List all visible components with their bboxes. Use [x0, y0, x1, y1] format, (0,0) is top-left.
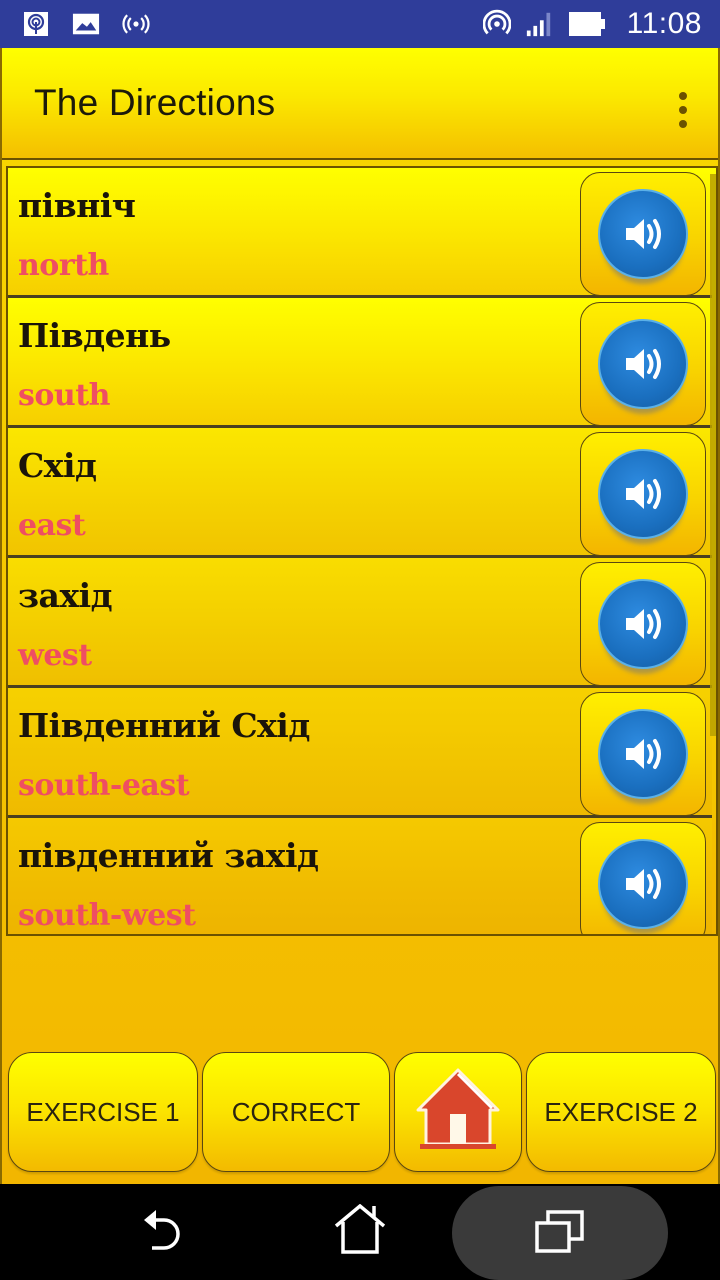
speaker-icon	[598, 319, 688, 409]
signal-icon	[525, 10, 553, 38]
speaker-icon	[598, 189, 688, 279]
home-outline-icon	[332, 1203, 388, 1261]
back-icon	[134, 1206, 186, 1259]
speaker-icon	[598, 449, 688, 539]
nav-home-button[interactable]	[310, 1184, 410, 1280]
english-word: south	[18, 378, 110, 413]
play-audio-button[interactable]	[580, 562, 706, 686]
dot	[679, 92, 687, 100]
vocabulary-list[interactable]: північ north Південь south Схід east зах…	[6, 166, 718, 936]
home-icon	[412, 1064, 504, 1161]
play-audio-button[interactable]	[580, 302, 706, 426]
play-audio-button[interactable]	[580, 822, 706, 934]
english-word: west	[18, 638, 92, 673]
wifi-hotspot-icon	[482, 9, 511, 38]
status-right-icons: 11:08	[482, 7, 702, 41]
list-item[interactable]: Південний Схід south-east	[8, 688, 712, 818]
navigation-bar	[0, 1184, 720, 1280]
speaker-icon	[598, 709, 688, 799]
page-title: The Directions	[34, 82, 276, 123]
image-icon	[72, 10, 100, 38]
english-word: north	[18, 248, 109, 283]
native-word: Південь	[18, 316, 171, 355]
native-word: Південний Схід	[18, 706, 310, 745]
scrollbar[interactable]	[710, 174, 716, 736]
dot	[679, 106, 687, 114]
list-item[interactable]: захід west	[8, 558, 712, 688]
broadcast-icon	[122, 10, 150, 38]
status-bar: 11:08	[0, 0, 720, 48]
bottom-action-bar: EXERCISE 1 CORRECT EXERCISE 2	[8, 1052, 716, 1172]
english-word: east	[18, 508, 86, 543]
dot	[679, 120, 687, 128]
correct-button[interactable]: CORRECT	[202, 1052, 390, 1172]
native-word: північ	[18, 186, 136, 225]
list-item[interactable]: Схід east	[8, 428, 712, 558]
list-item[interactable]: Південь south	[8, 298, 712, 428]
native-word: південний захід	[18, 836, 319, 875]
speaker-icon	[598, 579, 688, 669]
recents-button[interactable]	[452, 1186, 668, 1280]
play-audio-button[interactable]	[580, 692, 706, 816]
app-screen: The Directions північ north Південь sout…	[0, 48, 720, 1184]
home-button[interactable]	[394, 1052, 522, 1172]
hotspot-icon	[22, 10, 50, 38]
list-item[interactable]: південний захід south-west	[8, 818, 712, 934]
play-audio-button[interactable]	[580, 432, 706, 556]
status-left-icons	[22, 10, 150, 38]
exercise-1-button[interactable]: EXERCISE 1	[8, 1052, 198, 1172]
speaker-icon	[598, 839, 688, 929]
clock: 11:08	[626, 7, 702, 40]
play-audio-button[interactable]	[580, 172, 706, 296]
english-word: south-west	[18, 898, 196, 933]
native-word: Схід	[18, 446, 97, 485]
battery-icon	[567, 10, 607, 38]
back-button[interactable]	[110, 1184, 210, 1280]
more-vert-icon[interactable]	[674, 92, 692, 128]
exercise-2-button[interactable]: EXERCISE 2	[526, 1052, 716, 1172]
list-item[interactable]: північ north	[8, 168, 712, 298]
recents-icon	[534, 1209, 586, 1258]
native-word: захід	[18, 576, 113, 615]
english-word: south-east	[18, 768, 190, 803]
toolbar: The Directions	[2, 48, 718, 160]
